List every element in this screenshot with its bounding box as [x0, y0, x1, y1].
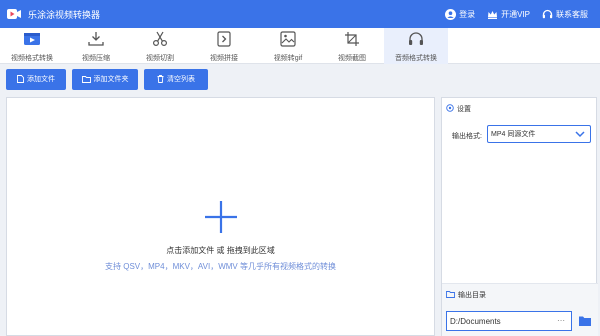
compress-icon — [86, 30, 106, 48]
video-convert-icon — [22, 30, 42, 48]
login-label: 登录 — [459, 9, 476, 19]
folder-outline-icon — [446, 290, 455, 300]
headset-icon — [542, 9, 553, 20]
output-format-select[interactable]: MP4 同源文件 — [487, 125, 591, 143]
tab-label: 视频转gif — [273, 55, 303, 62]
app-title: 乐涂涂视频转换器 — [28, 9, 101, 20]
add-file-button[interactable]: 添加文件 — [6, 68, 66, 90]
output-format-value: MP4 同源文件 — [491, 131, 536, 138]
add-file-plus-icon[interactable] — [203, 199, 239, 235]
scissors-icon — [150, 30, 170, 48]
user-icon — [445, 8, 457, 20]
clear-list-label: 清空列表 — [167, 76, 195, 83]
headphones-icon — [406, 30, 426, 48]
tab-audio-format-convert[interactable]: 音频格式转换 — [384, 28, 448, 64]
tab-label: 视频切割 — [146, 55, 174, 62]
output-directory-label: 输出目录 — [458, 292, 486, 299]
tab-video-format-convert[interactable]: 视频格式转换 — [0, 28, 64, 64]
add-folder-label: 添加文件夹 — [93, 76, 129, 83]
customer-service-button[interactable]: 联系客服 — [542, 9, 588, 20]
add-file-label: 添加文件 — [27, 76, 55, 83]
supported-formats-hint: 支持 QSV，MP4，MKV，AVI，WMV 等几乎所有视频格式的转换 — [105, 262, 336, 271]
login-button[interactable]: 登录 — [445, 8, 476, 20]
tab-label: 视频格式转换 — [11, 55, 53, 62]
trash-icon — [157, 75, 164, 83]
tab-label: 视频压缩 — [82, 55, 110, 62]
settings-heading: 设置 — [446, 104, 471, 114]
gif-icon — [278, 30, 298, 48]
feature-tab-bar: 视频格式转换 视频压缩 视频切割 视频拼接 视频转gif 视频截图 音频格式转换 — [0, 28, 600, 64]
folder-icon — [81, 75, 91, 83]
file-icon — [17, 75, 24, 83]
title-bar: 乐涂涂视频转换器 登录 开通VIP 联系客服 — [0, 0, 600, 28]
crop-icon — [342, 30, 362, 48]
toolbar: 添加文件 添加文件夹 清空列表 — [0, 64, 600, 94]
file-drop-area[interactable]: 点击添加文件 或 拖拽到此区域 支持 QSV，MP4，MKV，AVI，WMV 等… — [6, 97, 435, 336]
tab-label: 音频格式转换 — [395, 55, 437, 62]
output-directory-section: 输出目录 D:/Documents ⋯ — [442, 283, 598, 336]
chevron-down-icon — [575, 130, 585, 140]
tab-label: 视频截图 — [338, 55, 366, 62]
tab-video-screenshot[interactable]: 视频截图 — [320, 28, 384, 64]
vip-button[interactable]: 开通VIP — [487, 9, 530, 20]
tab-video-merge[interactable]: 视频拼接 — [192, 28, 256, 64]
output-format-label: 输出格式: — [452, 133, 482, 140]
tab-label: 视频拼接 — [210, 55, 238, 62]
crown-icon — [487, 9, 498, 20]
output-directory-field[interactable]: D:/Documents ⋯ — [446, 311, 572, 331]
vip-label: 开通VIP — [501, 9, 530, 19]
clear-list-button[interactable]: 清空列表 — [144, 68, 208, 90]
tab-video-compress[interactable]: 视频压缩 — [64, 28, 128, 64]
app-logo-icon — [6, 6, 22, 22]
settings-panel: 设置 输出格式: MP4 同源文件 输出目录 D:/Documents ⋯ — [441, 97, 598, 336]
tab-video-to-gif[interactable]: 视频转gif — [256, 28, 320, 64]
drop-area-title: 点击添加文件 或 拖拽到此区域 — [166, 246, 275, 255]
open-folder-button[interactable] — [578, 315, 592, 327]
service-label: 联系客服 — [556, 9, 588, 19]
settings-gear-icon — [446, 104, 454, 114]
output-directory-path: D:/Documents — [450, 316, 501, 326]
output-directory-heading: 输出目录 — [446, 290, 486, 300]
settings-label: 设置 — [457, 106, 471, 113]
more-dots-icon: ⋯ — [557, 316, 565, 325]
tab-video-cut[interactable]: 视频切割 — [128, 28, 192, 64]
add-folder-button[interactable]: 添加文件夹 — [72, 68, 138, 90]
merge-icon — [214, 30, 234, 48]
